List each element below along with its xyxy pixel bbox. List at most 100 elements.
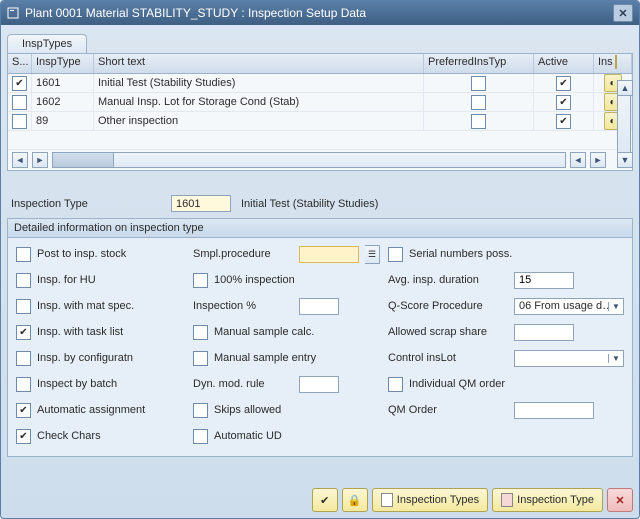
insp-100-checkbox[interactable] bbox=[193, 273, 208, 288]
insp-100-label: 100% inspection bbox=[214, 274, 295, 286]
lock-icon: 🔒 bbox=[348, 494, 362, 507]
tab-insptypes[interactable]: InspTypes bbox=[7, 34, 87, 53]
col-select[interactable]: S... bbox=[8, 54, 32, 73]
indiv-qm-checkbox[interactable] bbox=[388, 377, 403, 392]
table-row-empty bbox=[8, 131, 632, 150]
avg-dur-label: Avg. insp. duration bbox=[388, 274, 508, 286]
row-select-checkbox[interactable] bbox=[12, 95, 27, 110]
man-sample-calc-checkbox[interactable] bbox=[193, 325, 208, 340]
auto-ud-label: Automatic UD bbox=[214, 430, 282, 442]
smpl-procedure-f4-icon[interactable]: ☰ bbox=[365, 245, 380, 264]
row-active-checkbox[interactable] bbox=[556, 76, 571, 91]
row-select-checkbox[interactable] bbox=[12, 114, 27, 129]
check-chars-label: Check Chars bbox=[37, 430, 101, 442]
insp-percent-input[interactable] bbox=[299, 298, 339, 315]
insp-hu-checkbox[interactable] bbox=[16, 273, 31, 288]
col-ins[interactable]: Ins bbox=[594, 54, 632, 73]
allowed-scrap-label: Allowed scrap share bbox=[388, 326, 508, 338]
scroll-thumb[interactable] bbox=[53, 153, 114, 167]
allowed-scrap-input[interactable] bbox=[514, 324, 574, 341]
row-preferred-checkbox[interactable] bbox=[471, 95, 486, 110]
inspect-batch-label: Inspect by batch bbox=[37, 378, 117, 390]
insp-tasklist-label: Insp. with task list bbox=[37, 326, 123, 338]
scroll-track[interactable] bbox=[52, 152, 566, 168]
table-row[interactable]: 89 Other inspection ◐ bbox=[8, 112, 632, 131]
window-icon bbox=[7, 7, 19, 19]
insp-tasklist-checkbox[interactable] bbox=[16, 325, 31, 340]
row-type: 1601 bbox=[32, 74, 94, 92]
inspection-type-label: Inspection Type bbox=[517, 494, 594, 506]
page-icon bbox=[501, 493, 513, 507]
dyn-mod-rule-input[interactable] bbox=[299, 376, 339, 393]
scroll-right2-icon[interactable]: ► bbox=[590, 152, 606, 168]
scroll-down-icon[interactable]: ▼ bbox=[617, 152, 633, 168]
table-row[interactable]: 1602 Manual Insp. Lot for Storage Cond (… bbox=[8, 93, 632, 112]
table-row[interactable]: 1601 Initial Test (Stability Studies) ◐ bbox=[8, 74, 632, 93]
row-active-checkbox[interactable] bbox=[556, 114, 571, 129]
avg-dur-input[interactable] bbox=[514, 272, 574, 289]
table-vscroll[interactable]: ▲ ▼ bbox=[617, 80, 631, 168]
inspect-batch-checkbox[interactable] bbox=[16, 377, 31, 392]
table-header-row: S... InspType Short text PreferredInsTyp… bbox=[8, 54, 632, 74]
serial-poss-checkbox[interactable] bbox=[388, 247, 403, 262]
detail-group-title: Detailed information on inspection type bbox=[8, 219, 632, 238]
col-shorttext[interactable]: Short text bbox=[94, 54, 424, 73]
scroll-left2-icon[interactable]: ◄ bbox=[570, 152, 586, 168]
footer-toolbar: ✔ 🔒 Inspection Types Inspection Type ✕ bbox=[7, 488, 633, 512]
skips-allowed-label: Skips allowed bbox=[214, 404, 281, 416]
scroll-right-icon[interactable]: ► bbox=[32, 152, 48, 168]
man-sample-calc-label: Manual sample calc. bbox=[214, 326, 314, 338]
row-active-checkbox[interactable] bbox=[556, 95, 571, 110]
dialog-window: Plant 0001 Material STABILITY_STUDY : In… bbox=[0, 0, 640, 519]
form-col-2: Smpl.procedure ☰ 100% inspection Inspect… bbox=[193, 244, 380, 446]
lock-button[interactable]: 🔒 bbox=[342, 488, 368, 512]
close-icon: ✕ bbox=[615, 494, 624, 507]
col-ins-label: Ins bbox=[598, 56, 613, 68]
inspection-type-label: Inspection Type bbox=[11, 198, 161, 210]
scroll-left-icon[interactable]: ◄ bbox=[12, 152, 28, 168]
cancel-button[interactable]: ✕ bbox=[607, 488, 633, 512]
window-title: Plant 0001 Material STABILITY_STUDY : In… bbox=[25, 6, 613, 20]
row-preferred-checkbox[interactable] bbox=[471, 114, 486, 129]
inspection-type-button[interactable]: Inspection Type bbox=[492, 488, 603, 512]
window-close-button[interactable]: ✕ bbox=[613, 4, 633, 22]
insp-config-checkbox[interactable] bbox=[16, 351, 31, 366]
insp-percent-label: Inspection % bbox=[193, 300, 293, 312]
man-sample-entry-label: Manual sample entry bbox=[214, 352, 316, 364]
row-select-checkbox[interactable] bbox=[12, 76, 27, 91]
indiv-qm-label: Individual QM order bbox=[409, 378, 505, 390]
insptypes-table: S... InspType Short text PreferredInsTyp… bbox=[7, 53, 633, 171]
row-preferred-checkbox[interactable] bbox=[471, 76, 486, 91]
auto-assign-checkbox[interactable] bbox=[16, 403, 31, 418]
smpl-procedure-input[interactable] bbox=[299, 246, 359, 263]
man-sample-entry-checkbox[interactable] bbox=[193, 351, 208, 366]
row-type: 89 bbox=[32, 112, 94, 130]
detail-group: Detailed information on inspection type … bbox=[7, 218, 633, 457]
table-config-icon[interactable] bbox=[615, 55, 617, 69]
selected-insp-row: Inspection Type 1601 Initial Test (Stabi… bbox=[1, 189, 639, 218]
qm-order-input[interactable] bbox=[514, 402, 594, 419]
qscore-dropdown[interactable]: 06 From usage d…▼ bbox=[514, 298, 624, 315]
inspection-types-button[interactable]: Inspection Types bbox=[372, 488, 488, 512]
serial-poss-label: Serial numbers poss. bbox=[409, 248, 512, 260]
post-insp-stock-checkbox[interactable] bbox=[16, 247, 31, 262]
table-hscroll: ◄ ► ◄ ► bbox=[8, 150, 632, 170]
scroll-up-icon[interactable]: ▲ bbox=[617, 80, 633, 96]
auto-ud-checkbox[interactable] bbox=[193, 429, 208, 444]
check-chars-checkbox[interactable] bbox=[16, 429, 31, 444]
col-active[interactable]: Active bbox=[534, 54, 594, 73]
vscroll-track[interactable] bbox=[617, 96, 631, 152]
skips-allowed-checkbox[interactable] bbox=[193, 403, 208, 418]
table-body: 1601 Initial Test (Stability Studies) ◐ … bbox=[8, 74, 632, 150]
control-inslot-dropdown[interactable]: ▼ bbox=[514, 350, 624, 367]
inspection-type-code: 1601 bbox=[171, 195, 231, 212]
qscore-value: 06 From usage d… bbox=[515, 300, 608, 312]
form-col-1: Post to insp. stock Insp. for HU Insp. w… bbox=[16, 244, 185, 446]
check-button[interactable]: ✔ bbox=[312, 488, 338, 512]
tabstrip: InspTypes bbox=[1, 25, 639, 53]
col-preferred[interactable]: PreferredInsTyp bbox=[424, 54, 534, 73]
col-insptype[interactable]: InspType bbox=[32, 54, 94, 73]
insp-matspec-checkbox[interactable] bbox=[16, 299, 31, 314]
auto-assign-label: Automatic assignment bbox=[37, 404, 145, 416]
dyn-mod-rule-label: Dyn. mod. rule bbox=[193, 378, 293, 390]
